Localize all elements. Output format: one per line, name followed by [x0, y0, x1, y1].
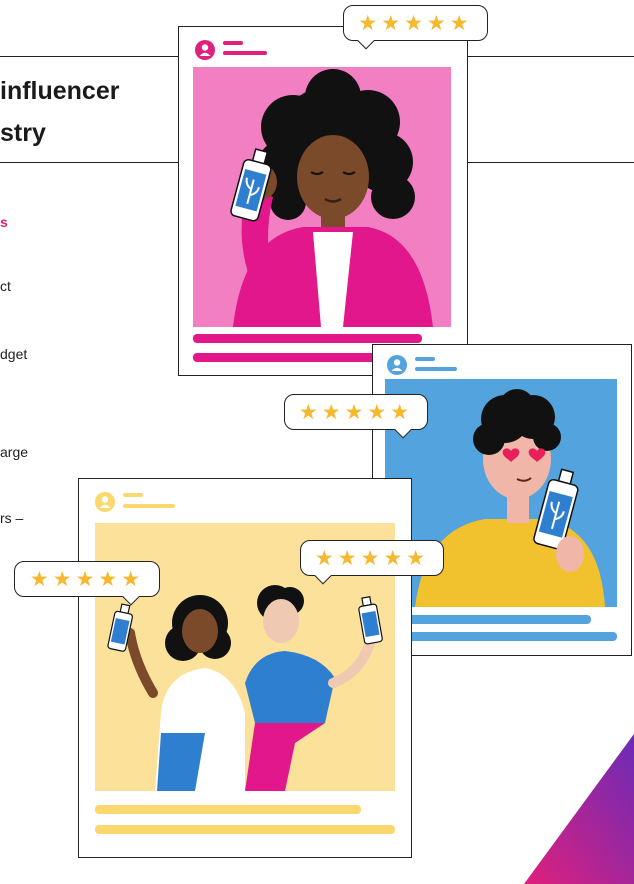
- title-line-1: influencer: [0, 77, 120, 105]
- section-subheading: s: [0, 214, 8, 230]
- corner-gradient-decoration: [524, 734, 634, 884]
- social-post-card-couple: [78, 478, 412, 858]
- header-line: [415, 367, 457, 371]
- social-post-card-woman: [178, 26, 468, 376]
- body-fragment-1: ct: [0, 278, 11, 294]
- caption-bar: [193, 334, 422, 343]
- star-icon: ★★★★★: [314, 546, 430, 570]
- caption-bar: [385, 615, 591, 624]
- header-line: [415, 357, 435, 361]
- caption-bar: [193, 353, 378, 362]
- header-line: [223, 51, 267, 55]
- header-line: [123, 504, 175, 508]
- caption-bar: [385, 632, 617, 641]
- caption-bar: [95, 805, 361, 814]
- user-avatar-icon: [95, 492, 115, 512]
- body-fragment-3: arge: [0, 444, 29, 460]
- rating-bubble-couple-right: ★★★★★: [300, 540, 444, 585]
- body-fragment-4: rs –: [0, 510, 24, 526]
- rating-bubble-man: ★★★★★: [284, 394, 428, 439]
- title-line-2: stry: [0, 119, 46, 147]
- header-line: [123, 493, 143, 497]
- body-fragment-2: dget: [0, 346, 28, 362]
- caption-bar: [95, 825, 395, 834]
- header-line: [223, 41, 243, 45]
- post-photo-woman: [193, 67, 451, 327]
- user-avatar-icon: [195, 40, 215, 60]
- star-icon: ★★★★★: [29, 567, 145, 591]
- star-icon: ★★★★★: [358, 11, 473, 35]
- user-avatar-icon: [387, 355, 407, 375]
- star-icon: ★★★★★: [298, 400, 414, 424]
- rating-bubble-woman: ★★★★★: [343, 5, 488, 50]
- rating-bubble-couple-left: ★★★★★: [14, 561, 160, 606]
